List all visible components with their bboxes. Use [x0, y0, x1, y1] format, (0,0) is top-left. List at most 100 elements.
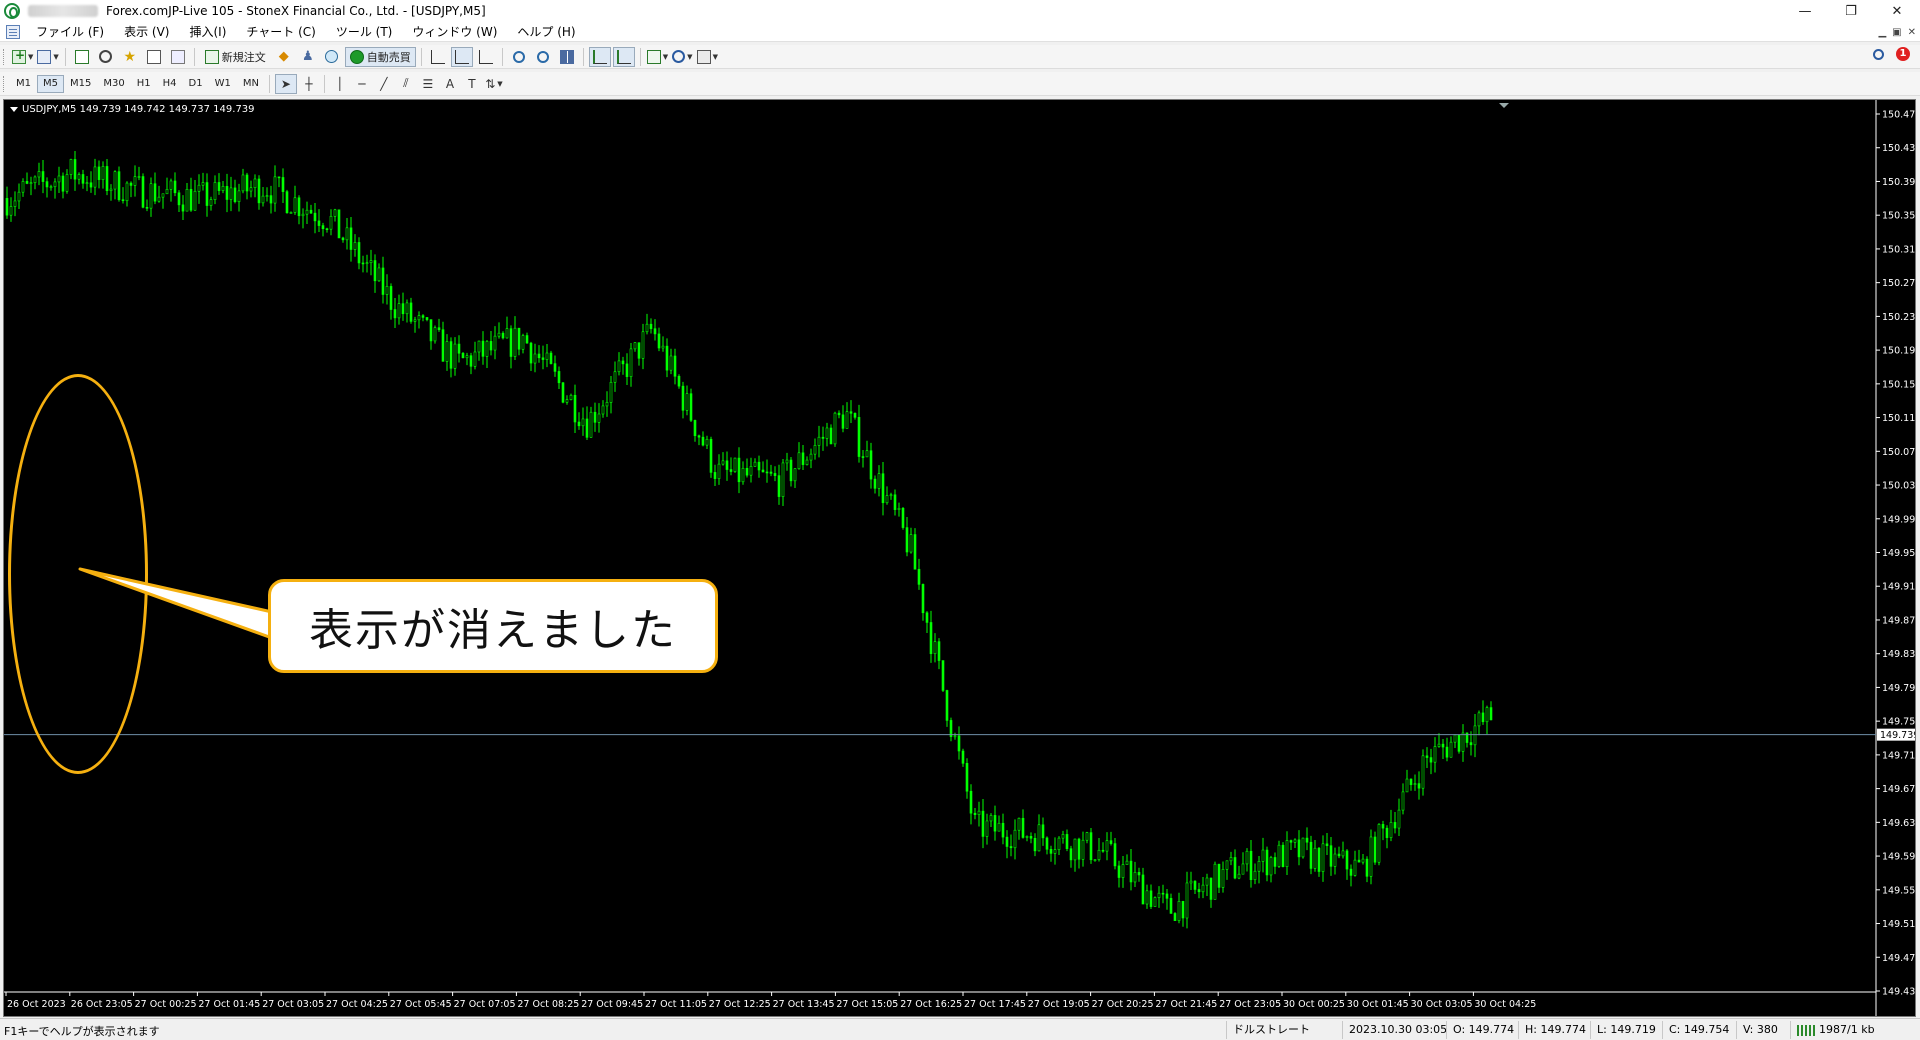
- candle-body: [849, 411, 853, 414]
- toolbar-separator: [639, 47, 641, 66]
- templates-button[interactable]: ▼: [696, 47, 719, 67]
- strategy-tester-button[interactable]: [167, 47, 189, 67]
- fibonacci-tool[interactable]: ☰: [417, 74, 439, 94]
- profiles-button[interactable]: ▼: [36, 47, 59, 67]
- toolbar-grip[interactable]: [3, 48, 6, 65]
- timeframe-m1[interactable]: M1: [10, 75, 37, 93]
- notification-badge[interactable]: 1: [1896, 47, 1910, 61]
- candle-body: [57, 175, 61, 183]
- candle-body: [973, 812, 977, 815]
- data-window-button[interactable]: [95, 47, 117, 67]
- periods-button[interactable]: ▼: [671, 47, 693, 67]
- candle-body: [93, 166, 97, 188]
- timeframe-w1[interactable]: W1: [209, 75, 237, 93]
- chart-window-icon[interactable]: [6, 24, 20, 39]
- auto-trading-button[interactable]: 自動売買: [344, 46, 416, 67]
- candle-body: [1293, 839, 1297, 843]
- candle-body: [1257, 861, 1261, 872]
- trendline-tool[interactable]: ╱: [373, 74, 395, 94]
- new-order-button[interactable]: 新規注文: [200, 47, 271, 67]
- timeframe-d1[interactable]: D1: [183, 75, 209, 93]
- x-tick-label: 27 Oct 01:45: [198, 999, 260, 1010]
- timeframe-m30[interactable]: M30: [97, 75, 130, 93]
- candle-body: [1373, 836, 1377, 863]
- candle-body: [1409, 778, 1413, 785]
- status-high: H: 149.774: [1518, 1021, 1586, 1039]
- candle-body: [1177, 901, 1181, 921]
- x-tick-label: 27 Oct 11:05: [645, 999, 707, 1010]
- tile-windows-button[interactable]: [556, 47, 578, 67]
- timeframe-m15[interactable]: M15: [64, 75, 97, 93]
- y-tick-label: 149.475: [1882, 953, 1915, 964]
- timeframe-h4[interactable]: H4: [157, 75, 183, 93]
- line-chart-button[interactable]: [475, 47, 497, 67]
- candle-body: [673, 355, 677, 377]
- cursor-tool[interactable]: ➤: [274, 73, 297, 94]
- text-label-tool[interactable]: T: [461, 74, 483, 94]
- candle-body: [613, 371, 617, 383]
- arrows-tool[interactable]: ⇅ ▼: [483, 74, 505, 94]
- toolbar-grip[interactable]: [3, 75, 6, 92]
- candle-body: [189, 189, 193, 211]
- terminal-button[interactable]: [143, 47, 165, 67]
- text-tool[interactable]: A: [439, 74, 461, 94]
- signals-button[interactable]: ♟: [297, 47, 319, 67]
- price-chart[interactable]: 150.475 150.435 150.395 150.355 150.315 150.2…: [4, 100, 1915, 1016]
- mdi-restore-icon[interactable]: ▣: [1892, 27, 1901, 38]
- bar-chart-button[interactable]: [427, 47, 449, 67]
- x-tick-label: 27 Oct 08:25: [517, 999, 579, 1010]
- minimize-button[interactable]: —: [1782, 0, 1828, 22]
- toolbar-separator: [582, 47, 584, 66]
- menu-insert[interactable]: 挿入(I): [179, 22, 236, 42]
- status-low: L: 149.719: [1590, 1021, 1656, 1039]
- collapse-triangle-icon[interactable]: [10, 106, 18, 112]
- chart-shift-button[interactable]: [612, 46, 635, 67]
- menu-charts[interactable]: チャート (C): [236, 22, 325, 42]
- candle-body: [389, 286, 393, 310]
- restore-button[interactable]: ❐: [1828, 0, 1874, 22]
- auto-scroll-button[interactable]: [588, 46, 611, 67]
- vertical-line-tool[interactable]: │: [329, 74, 351, 94]
- crosshair-tool[interactable]: ┼: [298, 74, 320, 94]
- menu-help[interactable]: ヘルプ (H): [507, 22, 585, 42]
- horizontal-line-icon: ─: [358, 76, 366, 91]
- timeframe-h1[interactable]: H1: [131, 75, 157, 93]
- menu-view[interactable]: 表示 (V): [114, 22, 179, 42]
- candle-body: [1029, 836, 1033, 839]
- timeframe-mn[interactable]: MN: [237, 75, 265, 93]
- menu-window[interactable]: ウィンドウ (W): [402, 22, 507, 42]
- candle-body: [1173, 913, 1177, 921]
- mdi-minimize-icon[interactable]: ▁: [1878, 27, 1886, 38]
- horizontal-line-tool[interactable]: ─: [351, 74, 373, 94]
- standard-toolbar: ▼ ▼ ★ 新規注文 ◆ ♟ 自動売買 ▼ ▼ ▼ 1: [0, 45, 1920, 69]
- timeframe-m5[interactable]: M5: [37, 74, 64, 93]
- channel-tool[interactable]: ⫽: [395, 74, 417, 94]
- candle-body: [805, 459, 809, 465]
- candle-body: [1361, 858, 1365, 863]
- x-tick-label: 26 Oct 23:05: [71, 999, 133, 1010]
- zoom-in-button[interactable]: [508, 47, 530, 67]
- candle-body: [373, 260, 377, 282]
- market-watch-button[interactable]: [71, 47, 93, 67]
- menu-tools[interactable]: ツール (T): [326, 22, 403, 42]
- chart-window[interactable]: 150.475 150.435 150.395 150.355 150.315 150.2…: [3, 99, 1916, 1017]
- bar-chart-icon: [430, 49, 445, 64]
- candlestick-button[interactable]: [450, 46, 473, 67]
- mdi-close-icon[interactable]: ✕: [1908, 27, 1916, 38]
- candle-body: [1101, 849, 1105, 852]
- indicators-button[interactable]: ▼: [646, 47, 669, 67]
- close-button[interactable]: ✕: [1874, 0, 1920, 22]
- search-icon[interactable]: [1873, 48, 1884, 60]
- candle-body: [769, 471, 773, 474]
- x-tick-label: 27 Oct 09:45: [581, 999, 643, 1010]
- menu-file[interactable]: ファイル (F): [26, 22, 114, 42]
- status-help-text: F1キーでヘルプが表示されます: [4, 1025, 160, 1038]
- candle-body: [349, 227, 353, 250]
- candle-body: [1461, 732, 1465, 752]
- market-button[interactable]: [321, 47, 343, 67]
- candle-body: [509, 328, 513, 357]
- metaeditor-button[interactable]: ◆: [273, 47, 295, 67]
- zoom-out-button[interactable]: [532, 47, 554, 67]
- navigator-button[interactable]: ★: [119, 47, 141, 67]
- new-chart-button[interactable]: ▼: [11, 47, 34, 67]
